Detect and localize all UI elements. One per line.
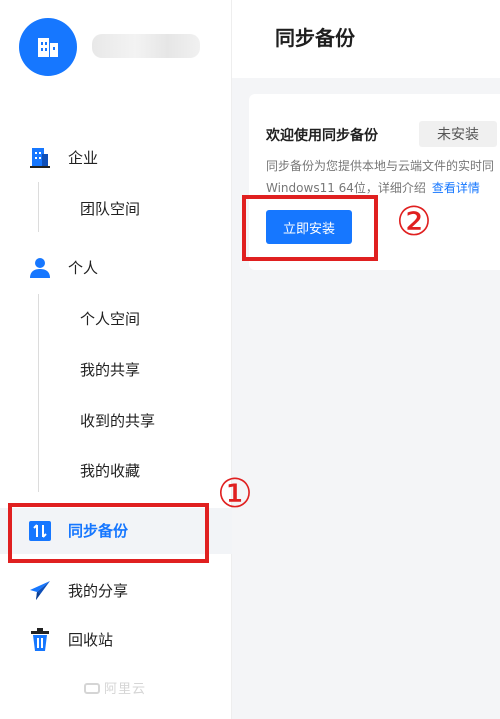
annotation-marker-1: ① (217, 471, 253, 517)
sidebar-item-label: 企业 (68, 149, 99, 167)
sidebar-item-label: 个人 (68, 259, 99, 277)
sidebar-item-favorites[interactable]: 我的收藏 (0, 451, 232, 491)
sidebar-item-label: 团队空间 (80, 200, 141, 218)
view-details-link[interactable]: 查看详情 (432, 181, 480, 195)
welcome-title: 欢迎使用同步备份 (266, 128, 378, 144)
account-name-blurred[interactable] (92, 34, 200, 58)
sidebar-item-label: 我的分享 (68, 582, 129, 600)
header: 同步备份 (232, 0, 500, 78)
status-badge: 未安装 (419, 121, 497, 147)
sidebar-item-enterprise[interactable]: 企业 (0, 138, 232, 178)
sidebar: 企业 团队空间 个人 个人空间 我的共享 收到的共享 我的收藏 同步备份 我的分… (0, 0, 232, 719)
sidebar-item-label: 个人空间 (80, 310, 141, 328)
main-content: 欢迎使用同步备份 未安装 同步备份为您提供本地与云端文件的实时同 Windows… (232, 78, 500, 719)
sidebar-item-label: 回收站 (68, 631, 114, 649)
sidebar-item-label: 我的共享 (80, 361, 141, 379)
sidebar-item-my-links[interactable]: 我的分享 (0, 571, 232, 611)
sidebar-item-received-shares[interactable]: 收到的共享 (0, 401, 232, 441)
sidebar-item-label: 我的收藏 (80, 462, 141, 480)
aliyun-logo-icon (84, 683, 100, 694)
sidebar-item-personal-space[interactable]: 个人空间 (0, 299, 232, 339)
app-window: 企业 团队空间 个人 个人空间 我的共享 收到的共享 我的收藏 同步备份 我的分… (0, 0, 500, 719)
footer-brand: 阿里云 (84, 678, 146, 697)
sidebar-item-my-shares[interactable]: 我的共享 (0, 350, 232, 390)
description-text: Windows11 64位，详细介绍 (266, 181, 426, 195)
description-line-1: 同步备份为您提供本地与云端文件的实时同 (266, 159, 495, 173)
sidebar-item-recycle-bin[interactable]: 回收站 (0, 620, 232, 660)
annotation-box-sync-backup (8, 503, 209, 563)
annotation-box-install (242, 195, 378, 261)
person-icon (27, 255, 53, 281)
trash-icon (27, 627, 53, 653)
page-title: 同步备份 (275, 26, 355, 50)
sidebar-item-label: 收到的共享 (80, 412, 156, 430)
building-logo-icon (38, 38, 58, 57)
annotation-marker-2: ② (396, 199, 432, 245)
paper-plane-icon (27, 578, 53, 604)
building-icon (27, 145, 53, 171)
sidebar-item-personal[interactable]: 个人 (0, 248, 232, 288)
footer-brand-text: 阿里云 (104, 682, 147, 697)
sidebar-item-team-space[interactable]: 团队空间 (0, 189, 232, 229)
enterprise-logo[interactable] (19, 18, 77, 76)
